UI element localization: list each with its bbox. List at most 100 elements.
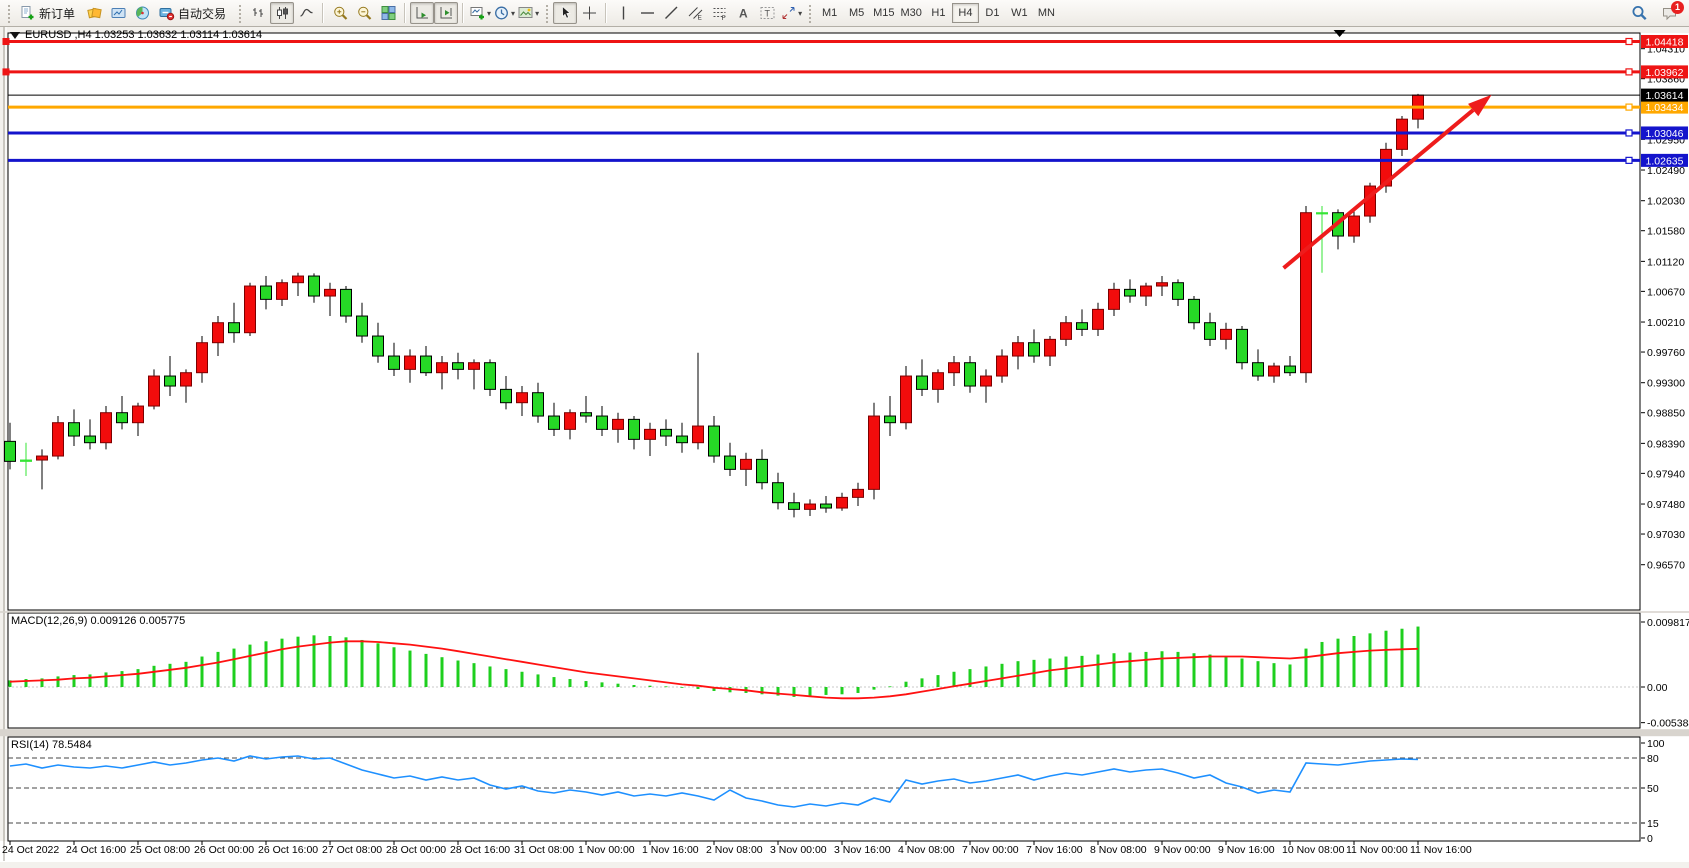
templates-button[interactable]: ▾: [516, 2, 540, 24]
time-tick-label: 3 Nov 16:00: [834, 844, 891, 856]
arrows-button[interactable]: ▾: [779, 2, 803, 24]
arrows-icon: [780, 5, 797, 21]
time-tick-label: 9 Nov 00:00: [1154, 844, 1211, 856]
time-axis[interactable]: 24 Oct 202224 Oct 16:0025 Oct 08:0026 Oc…: [2, 841, 1472, 856]
chart-menu-icon[interactable]: [10, 32, 20, 39]
toolbar-separator: [322, 3, 324, 23]
time-tick-label: 31 Oct 08:00: [514, 844, 574, 856]
line-handle[interactable]: [1626, 157, 1632, 163]
line-handle[interactable]: [3, 38, 10, 45]
macd-tick-label: 0.009817: [1647, 617, 1689, 629]
svg-text:T: T: [764, 9, 770, 19]
chart-title: EURUSD ,H4 1.03253 1.03632 1.03114 1.036…: [25, 29, 262, 41]
crosshair-button[interactable]: [577, 2, 601, 24]
timeframe-m30[interactable]: M30: [898, 3, 925, 23]
line-handle[interactable]: [1626, 39, 1632, 45]
new-chart-icon: [469, 5, 486, 21]
toolbar-grip[interactable]: [237, 3, 242, 23]
toolbar: 新订单自动交易▾▾▾EFAT▾M1M5M15M30H1H4D1W1MN1: [0, 0, 1689, 27]
auto-scroll-button[interactable]: [410, 2, 434, 24]
new-order-button[interactable]: 新订单: [15, 2, 82, 24]
text-label-icon: T: [759, 5, 776, 21]
timeframe-h1[interactable]: H1: [925, 3, 952, 23]
time-tick-label: 11 Nov 00:00: [1346, 844, 1408, 856]
line-handle[interactable]: [1626, 130, 1632, 136]
auto-scroll-icon: [414, 5, 431, 21]
crosshair-icon: [581, 5, 598, 21]
dropdown-arrow-icon: ▾: [487, 9, 491, 18]
zoom-out-button[interactable]: [352, 2, 376, 24]
text-label-button[interactable]: T: [755, 2, 779, 24]
new-chart-button[interactable]: ▾: [468, 2, 492, 24]
price-line-badge-label: 1.03434: [1646, 102, 1684, 114]
bar-chart-icon: [250, 5, 267, 21]
equidistant-channel-button[interactable]: E: [683, 2, 707, 24]
zoom-out-icon: [356, 5, 373, 21]
search-icon: [1631, 5, 1648, 21]
svg-text:E: E: [697, 15, 702, 22]
line-handle[interactable]: [1626, 69, 1632, 75]
rsi-indicator-label: RSI(14) 78.5484: [11, 739, 92, 751]
pane-separator[interactable]: [0, 611, 1689, 613]
charts-cascade-button[interactable]: [82, 2, 106, 24]
text-icon: A: [735, 5, 752, 21]
toolbar-separator: [605, 3, 607, 23]
price-tick-label: 0.98390: [1647, 438, 1685, 450]
profiles-button[interactable]: ▾: [492, 2, 516, 24]
time-tick-label: 28 Oct 16:00: [450, 844, 510, 856]
price-tick-label: 1.00670: [1647, 286, 1685, 298]
market-watch-button[interactable]: [106, 2, 130, 24]
candlestick-chart-button[interactable]: [270, 2, 294, 24]
rsi-pane[interactable]: [8, 737, 1640, 841]
vertical-line-icon: [615, 5, 632, 21]
price-tick-label: 1.01580: [1647, 226, 1685, 238]
chart-shift-button[interactable]: [434, 2, 458, 24]
timeframe-w1[interactable]: W1: [1006, 3, 1033, 23]
timeframe-h4[interactable]: H4: [952, 3, 979, 23]
tile-windows-button[interactable]: [376, 2, 400, 24]
toolbar-grip[interactable]: [6, 3, 11, 23]
macd-pane[interactable]: [8, 613, 1640, 728]
line-handle[interactable]: [3, 68, 10, 75]
autotrading-icon: [158, 5, 175, 21]
time-tick-label: 9 Nov 16:00: [1218, 844, 1275, 856]
price-line-badge-label: 1.02635: [1646, 155, 1684, 167]
bar-chart-button[interactable]: [246, 2, 270, 24]
equidistant-channel-icon: E: [687, 5, 704, 21]
navigator-button[interactable]: [130, 2, 154, 24]
trendline-button[interactable]: [659, 2, 683, 24]
chat-button[interactable]: 1: [1657, 2, 1681, 24]
horizontal-line-button[interactable]: [635, 2, 659, 24]
time-tick-label: 7 Nov 16:00: [1026, 844, 1083, 856]
toolbar-separator: [404, 3, 406, 23]
search-button[interactable]: [1627, 2, 1651, 24]
toolbar-grip[interactable]: [807, 3, 812, 23]
line-handle[interactable]: [1626, 104, 1632, 110]
rsi-tick-label: 80: [1647, 753, 1659, 765]
macd-tick-label: -0.005384: [1647, 718, 1689, 730]
text-button[interactable]: A: [731, 2, 755, 24]
price-tick-label: 0.98850: [1647, 408, 1685, 420]
timeframe-mn[interactable]: MN: [1033, 3, 1060, 23]
horizontal-line-icon: [639, 5, 656, 21]
chart-canvas[interactable]: 1.043101.038601.034101.029501.024901.020…: [0, 0, 1689, 868]
toolbar-grip[interactable]: [544, 3, 549, 23]
timeframe-m1[interactable]: M1: [816, 3, 843, 23]
line-chart-icon: [298, 5, 315, 21]
zoom-in-button[interactable]: [328, 2, 352, 24]
price-line-badge-label: 1.04418: [1646, 36, 1684, 48]
autotrading-button[interactable]: 自动交易: [154, 2, 233, 24]
profiles-icon: [493, 5, 510, 21]
timeframe-m15[interactable]: M15: [870, 3, 897, 23]
charts-cascade-icon: [86, 5, 103, 21]
line-chart-button[interactable]: [294, 2, 318, 24]
vertical-line-button[interactable]: [611, 2, 635, 24]
zoom-in-icon: [332, 5, 349, 21]
time-tick-label: 26 Oct 16:00: [258, 844, 318, 856]
timeframe-m5[interactable]: M5: [843, 3, 870, 23]
fibonacci-button[interactable]: F: [707, 2, 731, 24]
timeframe-d1[interactable]: D1: [979, 3, 1006, 23]
chart-shift-icon: [438, 5, 455, 21]
pane-separator[interactable]: [0, 729, 1689, 736]
cursor-button[interactable]: [553, 2, 577, 24]
